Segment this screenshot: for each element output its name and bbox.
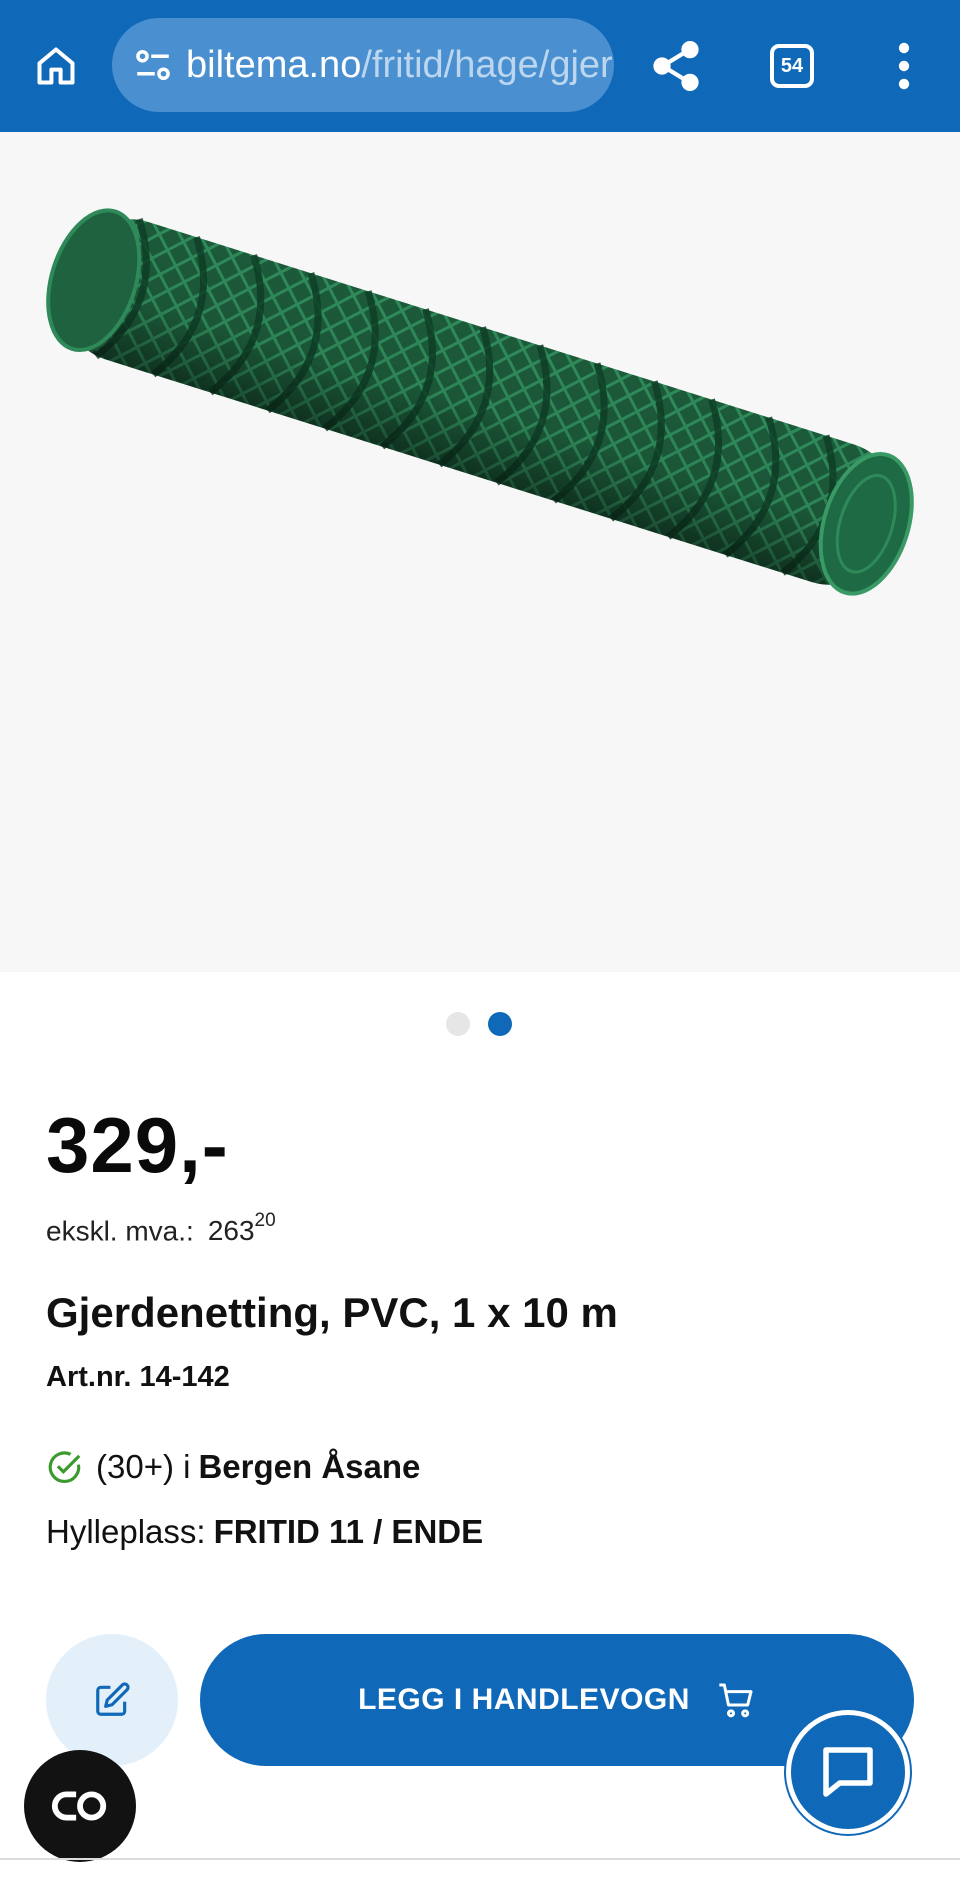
add-to-cart-label: LEGG I HANDLEVOGN: [358, 1683, 690, 1716]
home-button[interactable]: [30, 38, 82, 94]
product-image[interactable]: [0, 132, 960, 972]
browser-menu-button[interactable]: [880, 38, 928, 94]
product-price: 329,-: [46, 1101, 229, 1189]
cart-icon: [719, 1683, 753, 1718]
lens-button[interactable]: [24, 1750, 136, 1862]
fence-roll-image: [46, 208, 914, 596]
shelf-label: Hylleplass:: [46, 1513, 206, 1550]
chat-icon: [823, 1747, 873, 1797]
check-circle-icon: [48, 1451, 81, 1484]
stock-status[interactable]: (30+) i Bergen Åsane: [46, 1446, 420, 1488]
url-text: biltema.no/fritid/hage/gjerdenetting: [186, 42, 614, 88]
product-title: Gjerdenetting, PVC, 1 x 10 m: [46, 1289, 618, 1336]
lens-icon: [51, 1791, 107, 1821]
ex-vat-whole: 263: [207, 1215, 255, 1247]
chat-button[interactable]: [786, 1710, 910, 1834]
carousel-dot-1[interactable]: [446, 1012, 470, 1036]
tab-switcher-button[interactable]: 54: [764, 38, 820, 94]
price-ex-vat: ekskl. mva.: 26320: [46, 1208, 276, 1248]
carousel-dot-2-active[interactable]: [488, 1012, 512, 1036]
share-icon: [653, 41, 699, 91]
tab-count: 54: [770, 44, 814, 88]
more-vert-icon: [898, 42, 910, 90]
url-path: /fritid/hage/gjerdenetting: [361, 44, 614, 86]
bottom-divider: [0, 1858, 960, 1860]
image-carousel-dots: [0, 1012, 960, 1038]
share-button[interactable]: [648, 38, 704, 94]
ex-vat-label: ekskl. mva.:: [46, 1215, 194, 1247]
stock-count: (30+) i: [96, 1448, 191, 1485]
browser-toolbar: biltema.no/fritid/hage/gjerdenetting 54: [0, 0, 960, 132]
shelf-location: Hylleplass: FRITID 11 / ENDE: [46, 1510, 483, 1554]
ex-vat-decimals: 20: [254, 1210, 276, 1231]
url-domain: biltema.no: [186, 44, 362, 86]
site-settings-icon[interactable]: [132, 44, 174, 86]
edit-note-icon: [96, 1682, 130, 1716]
home-icon: [37, 47, 75, 85]
address-bar[interactable]: biltema.no/fritid/hage/gjerdenetting: [112, 18, 614, 112]
stock-store[interactable]: Bergen Åsane: [198, 1448, 420, 1486]
add-to-list-button[interactable]: [46, 1634, 178, 1766]
shelf-value: FRITID 11 / ENDE: [213, 1513, 484, 1550]
article-number: Art.nr. 14-142: [46, 1361, 230, 1393]
